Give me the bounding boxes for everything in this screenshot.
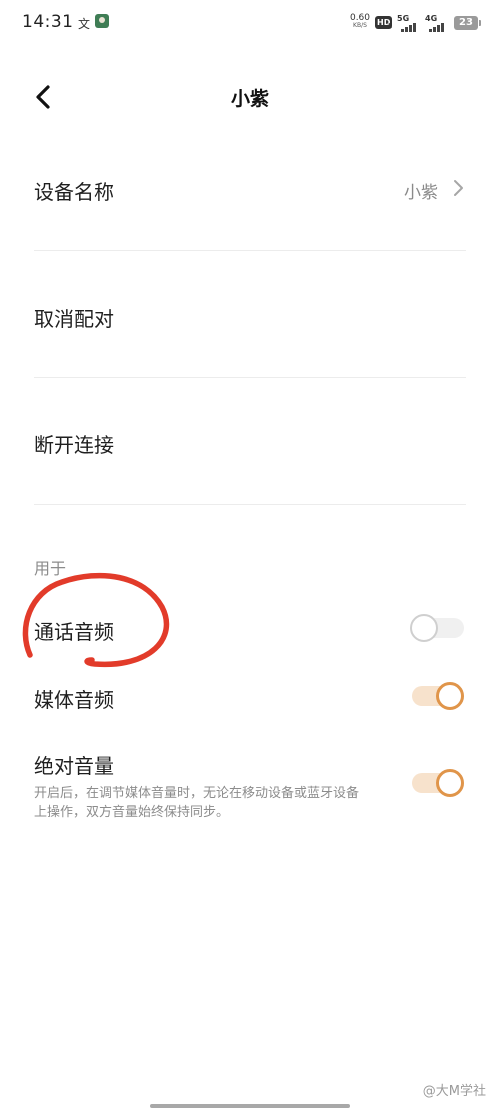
page-title: 小紫 xyxy=(230,88,269,110)
device-name-label: 设备名称 xyxy=(34,180,114,204)
media-audio-toggle[interactable] xyxy=(410,679,466,713)
unpair-label: 取消配对 xyxy=(34,307,114,331)
back-button[interactable] xyxy=(28,80,62,114)
call-audio-row: 通话音频 xyxy=(0,600,500,656)
battery-icon: 23 xyxy=(454,16,481,30)
signal-sim2-icon: 4G xyxy=(425,14,451,32)
status-time: 14:31 xyxy=(22,12,74,32)
call-audio-label: 通话音频 xyxy=(34,620,114,644)
chevron-right-icon xyxy=(454,180,463,196)
media-audio-label: 媒体音频 xyxy=(34,688,114,712)
chevron-left-icon xyxy=(36,85,50,109)
app-notification-icon xyxy=(95,14,109,28)
network-speed: 0.60 KB/S xyxy=(349,14,371,30)
used-for-section-label: 用于 xyxy=(34,559,67,578)
absolute-volume-toggle[interactable] xyxy=(410,766,466,800)
translate-notification-icon: 文 xyxy=(78,17,91,31)
media-audio-row: 媒体音频 xyxy=(0,668,500,724)
unpair-row[interactable]: 取消配对 xyxy=(0,251,500,377)
disconnect-row[interactable]: 断开连接 xyxy=(0,378,500,504)
watermark: @大M学社 xyxy=(422,1084,486,1099)
sim2-network-type: 4G xyxy=(425,14,438,23)
network-speed-value: 0.60 xyxy=(349,13,371,23)
device-name-value: 小紫 xyxy=(404,183,438,203)
hd-voice-sub: 2 xyxy=(388,22,393,30)
absolute-volume-description: 开启后，在调节媒体音量时，无论在移动设备或蓝牙设备上操作，双方音量始终保持同步。 xyxy=(34,786,360,820)
network-speed-unit: KB/S xyxy=(353,22,367,29)
device-name-row[interactable]: 设备名称 小紫 xyxy=(0,150,500,250)
disconnect-label: 断开连接 xyxy=(34,433,114,457)
absolute-volume-label: 绝对音量 xyxy=(34,754,114,778)
home-indicator[interactable] xyxy=(150,1104,350,1108)
call-audio-toggle[interactable] xyxy=(410,611,466,645)
status-bar: 14:31 文 0.60 KB/S HD 2 5G 4G 23 xyxy=(0,0,500,46)
sim1-network-type: 5G xyxy=(397,14,410,23)
signal-sim1-icon: 5G xyxy=(397,14,423,32)
divider xyxy=(34,504,466,505)
